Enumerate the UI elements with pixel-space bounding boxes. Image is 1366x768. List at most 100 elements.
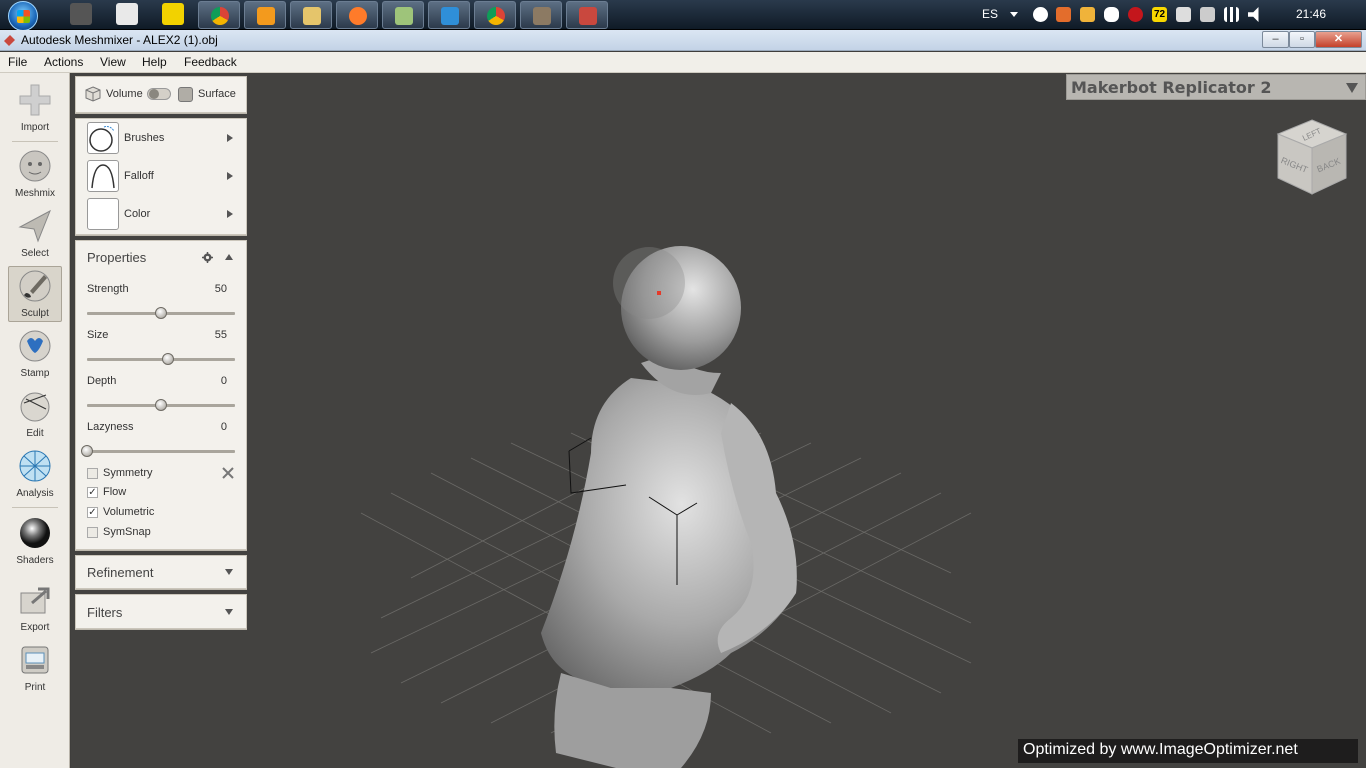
- taskbar-app-button[interactable]: [336, 1, 378, 29]
- gear-icon[interactable]: [202, 252, 213, 263]
- watermark: Optimized by www.ImageOptimizer.net: [1018, 739, 1358, 763]
- window-titlebar[interactable]: Autodesk Meshmixer - ALEX2 (1).obj – ▫ ✕: [0, 30, 1366, 51]
- network-error-icon[interactable]: [1176, 7, 1191, 22]
- maximize-button[interactable]: ▫: [1289, 31, 1315, 48]
- printer-dropdown-arrow-icon[interactable]: [1346, 83, 1358, 93]
- filters-panel[interactable]: Filters: [75, 594, 247, 629]
- chevron-down-icon[interactable]: [1010, 12, 1018, 17]
- flow-checkbox[interactable]: ✓: [87, 487, 98, 498]
- volumetric-checkbox[interactable]: ✓: [87, 507, 98, 518]
- device-icon[interactable]: [1200, 7, 1215, 22]
- printer-selector[interactable]: Makerbot Replicator 2: [1066, 74, 1366, 100]
- menu-actions[interactable]: Actions: [44, 55, 83, 69]
- import-label: Import: [20, 122, 50, 133]
- depth-slider[interactable]: [87, 399, 235, 411]
- symmetry-checkbox[interactable]: [87, 468, 98, 479]
- symsnap-checkbox[interactable]: [87, 527, 98, 538]
- clock[interactable]: 21:46: [1296, 7, 1326, 21]
- analysis-tool[interactable]: Analysis: [8, 447, 62, 503]
- edit-label: Edit: [26, 428, 44, 439]
- color-label[interactable]: Color: [124, 208, 150, 220]
- brush-cursor-sphere: [613, 247, 685, 319]
- taskbar-chrome-button-2[interactable]: [474, 1, 516, 29]
- mcafee-icon[interactable]: [1128, 7, 1143, 22]
- close-button[interactable]: ✕: [1315, 31, 1362, 48]
- stamp-tool[interactable]: Stamp: [8, 327, 62, 383]
- color-swatch[interactable]: [87, 198, 119, 230]
- edit-tool[interactable]: Edit: [8, 387, 62, 443]
- menu-file[interactable]: File: [8, 55, 27, 69]
- taskbar-media-button[interactable]: [244, 1, 286, 29]
- export-tool[interactable]: Export: [8, 581, 62, 637]
- refinement-panel[interactable]: Refinement: [75, 555, 247, 589]
- symmetry-label[interactable]: Symmetry: [103, 467, 153, 479]
- filters-expand-icon[interactable]: [225, 609, 233, 615]
- volumetric-label[interactable]: Volumetric: [103, 506, 154, 518]
- filters-title[interactable]: Filters: [87, 605, 122, 620]
- import-tool[interactable]: Import: [8, 81, 62, 137]
- green-app-icon: [395, 7, 413, 25]
- weather-icon[interactable]: [1080, 7, 1095, 22]
- brushes-label[interactable]: Brushes: [124, 132, 164, 144]
- strength-slider[interactable]: [87, 307, 235, 319]
- properties-title[interactable]: Properties: [87, 250, 146, 265]
- properties-collapse-icon[interactable]: [225, 254, 233, 260]
- minimize-button[interactable]: –: [1262, 31, 1289, 48]
- print-tool[interactable]: Print: [8, 641, 62, 697]
- shaders-tool[interactable]: Shaders: [8, 514, 62, 570]
- taskbar-app-button-3[interactable]: [428, 1, 470, 29]
- surface-label[interactable]: Surface: [198, 88, 236, 100]
- depth-slider-knob[interactable]: [155, 399, 167, 411]
- select-tool[interactable]: Select: [8, 207, 62, 263]
- signal-icon[interactable]: [1224, 7, 1239, 22]
- taskbar-chrome-button[interactable]: [198, 1, 240, 29]
- badge-count[interactable]: 72: [1152, 7, 1167, 22]
- volume-icon[interactable]: [1248, 7, 1259, 22]
- menu-feedback[interactable]: Feedback: [184, 55, 237, 69]
- export-label: Export: [20, 622, 50, 633]
- 3d-viewport[interactable]: [71, 73, 1366, 768]
- language-indicator[interactable]: ES: [982, 7, 998, 21]
- flow-label[interactable]: Flow: [103, 486, 126, 498]
- brush-icon: [19, 270, 51, 302]
- brushes-swatch[interactable]: [87, 122, 119, 154]
- face-icon: [19, 150, 51, 182]
- start-button[interactable]: [8, 1, 38, 31]
- falloff-arrow-icon[interactable]: [227, 172, 233, 180]
- app-icon-1[interactable]: [70, 3, 92, 25]
- size-label: Size: [87, 329, 109, 341]
- symsnap-label[interactable]: SymSnap: [103, 526, 151, 538]
- color-arrow-icon[interactable]: [227, 210, 233, 218]
- taskbar-explorer-button[interactable]: [290, 1, 332, 29]
- view-cube[interactable]: LEFT RIGHT BACK: [1272, 116, 1352, 200]
- printer-icon: [21, 646, 49, 674]
- size-slider[interactable]: [87, 353, 235, 365]
- brushes-arrow-icon[interactable]: [227, 134, 233, 142]
- symmetry-tool-icon[interactable]: [221, 466, 235, 480]
- sculpt-tool[interactable]: Sculpt: [8, 266, 62, 322]
- lazyness-slider-knob[interactable]: [81, 445, 93, 457]
- refinement-expand-icon[interactable]: [225, 569, 233, 575]
- menu-bar: File Actions View Help Feedback: [0, 52, 1366, 73]
- taskbar-meshmixer-button[interactable]: [566, 1, 608, 29]
- onedrive-icon[interactable]: [1104, 7, 1119, 22]
- lazyness-slider[interactable]: [81, 445, 235, 457]
- menu-view[interactable]: View: [100, 55, 126, 69]
- meshmixer-icon: [579, 7, 597, 25]
- notepad-icon[interactable]: [162, 3, 184, 25]
- strength-slider-knob[interactable]: [155, 307, 167, 319]
- falloff-swatch[interactable]: [87, 160, 119, 192]
- tray-app-icon[interactable]: [1056, 7, 1071, 22]
- meshmix-tool[interactable]: Meshmix: [8, 147, 62, 203]
- taskbar-gimp-button[interactable]: [520, 1, 562, 29]
- menu-help[interactable]: Help: [142, 55, 167, 69]
- falloff-label[interactable]: Falloff: [124, 170, 154, 182]
- cloud-upload-icon[interactable]: [1033, 7, 1048, 22]
- taskbar-app-button-2[interactable]: [382, 1, 424, 29]
- mode-toggle[interactable]: [147, 88, 171, 100]
- volume-label[interactable]: Volume: [106, 88, 143, 100]
- size-slider-knob[interactable]: [162, 353, 175, 365]
- stamp-label: Stamp: [20, 368, 50, 379]
- refinement-title[interactable]: Refinement: [87, 565, 153, 580]
- calendar-icon[interactable]: [116, 3, 138, 25]
